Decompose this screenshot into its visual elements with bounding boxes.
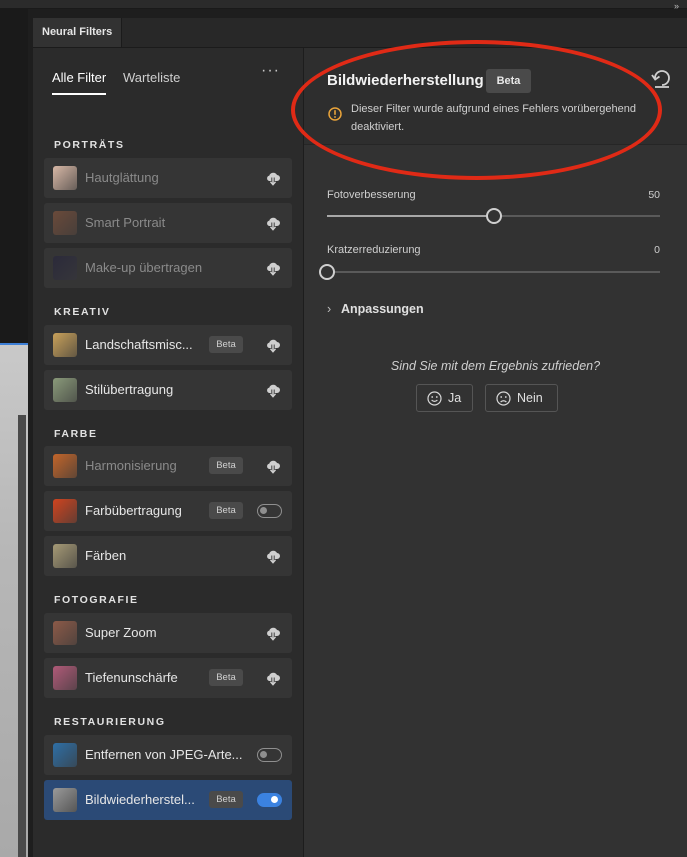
filter-item-label: Landschaftsmisc...: [85, 337, 193, 352]
slider-label-kratzerreduzierung: Kratzerreduzierung: [327, 244, 421, 256]
cloud-download-icon[interactable]: [265, 382, 281, 398]
feedback-yes-label: Ja: [448, 391, 462, 405]
cloud-download-icon[interactable]: [265, 215, 281, 231]
cloud-download-icon[interactable]: [265, 625, 281, 641]
slider-handle[interactable]: [485, 208, 502, 224]
filter-item-label: Entfernen von JPEG-Arte...: [85, 747, 243, 762]
annotation-circle: [291, 40, 662, 180]
feedback-question: Sind Sie mit dem Ergebnis zufrieden?: [390, 359, 601, 373]
filter-toggle[interactable]: [257, 748, 282, 762]
filter-item-label: Bildwiederherstel...: [85, 792, 195, 807]
cloud-download-icon[interactable]: [265, 260, 281, 276]
beta-badge: Beta: [209, 669, 243, 686]
filter-item-label: Färben: [85, 548, 127, 563]
filter-item-label: Make-up übertragen: [85, 260, 203, 275]
beta-badge: Beta: [209, 791, 243, 808]
toggle-knob: [260, 507, 267, 514]
section-header: FOTOGRAFIE: [54, 594, 139, 606]
filter-item-label: Harmonisierung: [85, 458, 177, 473]
feedback-no-button[interactable]: Nein: [485, 384, 558, 412]
chevron-right-icon: ›: [327, 302, 332, 316]
filter-toggle[interactable]: [257, 504, 282, 518]
beta-badge: Beta: [209, 502, 243, 519]
more-options-icon[interactable]: ···: [261, 62, 280, 80]
slider-label-fotoverbesserung: Fotoverbesserung: [327, 189, 416, 201]
tab-waitlist[interactable]: Warteliste: [123, 70, 180, 85]
filter-thumbnail: [53, 621, 77, 645]
filter-item[interactable]: Farbübertragung Beta: [44, 491, 292, 531]
cloud-download-icon[interactable]: [265, 670, 281, 686]
smile-icon: [427, 391, 442, 406]
filter-item[interactable]: Hautglättung: [44, 158, 292, 198]
cloud-download-icon[interactable]: [265, 337, 281, 353]
beta-badge: Beta: [209, 457, 243, 474]
slider-value-fotoverbesserung: 50: [648, 189, 660, 201]
filter-item[interactable]: Harmonisierung Beta: [44, 446, 292, 486]
slider-fotoverbesserung[interactable]: [327, 208, 660, 224]
cloud-download-icon[interactable]: [265, 548, 281, 564]
filter-item-label: Smart Portrait: [85, 215, 166, 230]
canvas-scrollbar[interactable]: [18, 415, 26, 857]
slider-handle[interactable]: [319, 264, 335, 280]
filter-item[interactable]: Make-up übertragen: [44, 248, 292, 288]
tab-all-filters[interactable]: Alle Filter: [52, 70, 107, 95]
adjustments-label: Anpassungen: [341, 302, 424, 316]
filter-list-column: Alle Filter Warteliste ··· PORTRÄTS Hautg…: [33, 48, 304, 857]
filter-thumbnail: [53, 499, 77, 523]
filter-item[interactable]: Landschaftsmisc... Beta: [44, 325, 292, 365]
filter-thumbnail: [53, 378, 77, 402]
filter-thumbnail: [53, 333, 77, 357]
filter-thumbnail: [53, 211, 77, 235]
filter-thumbnail: [53, 743, 77, 767]
filter-item[interactable]: Super Zoom: [44, 613, 292, 653]
filter-thumbnail: [53, 454, 77, 478]
filter-item[interactable]: Färben: [44, 536, 292, 576]
toggle-knob: [260, 751, 267, 758]
top-strip: »: [0, 0, 687, 12]
filter-item[interactable]: Stilübertragung: [44, 370, 292, 410]
feedback-yes-button[interactable]: Ja: [416, 384, 473, 412]
filter-toggle[interactable]: [257, 793, 282, 807]
slider-value-kratzerreduzierung: 0: [654, 244, 660, 256]
filter-thumbnail: [53, 788, 77, 812]
feedback-no-label: Nein: [517, 391, 543, 405]
filter-item-label: Hautglättung: [85, 170, 159, 185]
section-header: RESTAURIERUNG: [54, 716, 166, 728]
filter-thumbnail: [53, 166, 77, 190]
toggle-knob: [271, 796, 278, 803]
panel-tab-bar: Neural Filters: [33, 18, 687, 48]
filter-item[interactable]: Entfernen von JPEG-Arte...: [44, 735, 292, 775]
filter-item-label: Tiefenunschärfe: [85, 670, 178, 685]
reset-icon[interactable]: [651, 70, 673, 90]
section-header: PORTRÄTS: [54, 139, 125, 151]
section-header: KREATIV: [54, 306, 111, 318]
cloud-download-icon[interactable]: [265, 458, 281, 474]
filter-item[interactable]: Bildwiederherstel... Beta: [44, 780, 292, 820]
filter-item-label: Farbübertragung: [85, 503, 182, 518]
tab-neural-filters[interactable]: Neural Filters: [33, 18, 123, 47]
beta-badge: Beta: [209, 336, 243, 353]
frown-icon: [496, 391, 511, 406]
filter-item-label: Super Zoom: [85, 625, 157, 640]
adjustments-expander[interactable]: › Anpassungen: [327, 302, 424, 316]
filter-thumbnail: [53, 256, 77, 280]
collapse-panels-icon[interactable]: »: [674, 0, 679, 12]
slider-kratzerreduzierung[interactable]: [319, 264, 660, 280]
filter-item[interactable]: Tiefenunschärfe Beta: [44, 658, 292, 698]
section-header: FARBE: [54, 428, 98, 440]
cloud-download-icon[interactable]: [265, 170, 281, 186]
filter-item-label: Stilübertragung: [85, 382, 174, 397]
filter-item[interactable]: Smart Portrait: [44, 203, 292, 243]
filter-thumbnail: [53, 544, 77, 568]
filter-thumbnail: [53, 666, 77, 690]
